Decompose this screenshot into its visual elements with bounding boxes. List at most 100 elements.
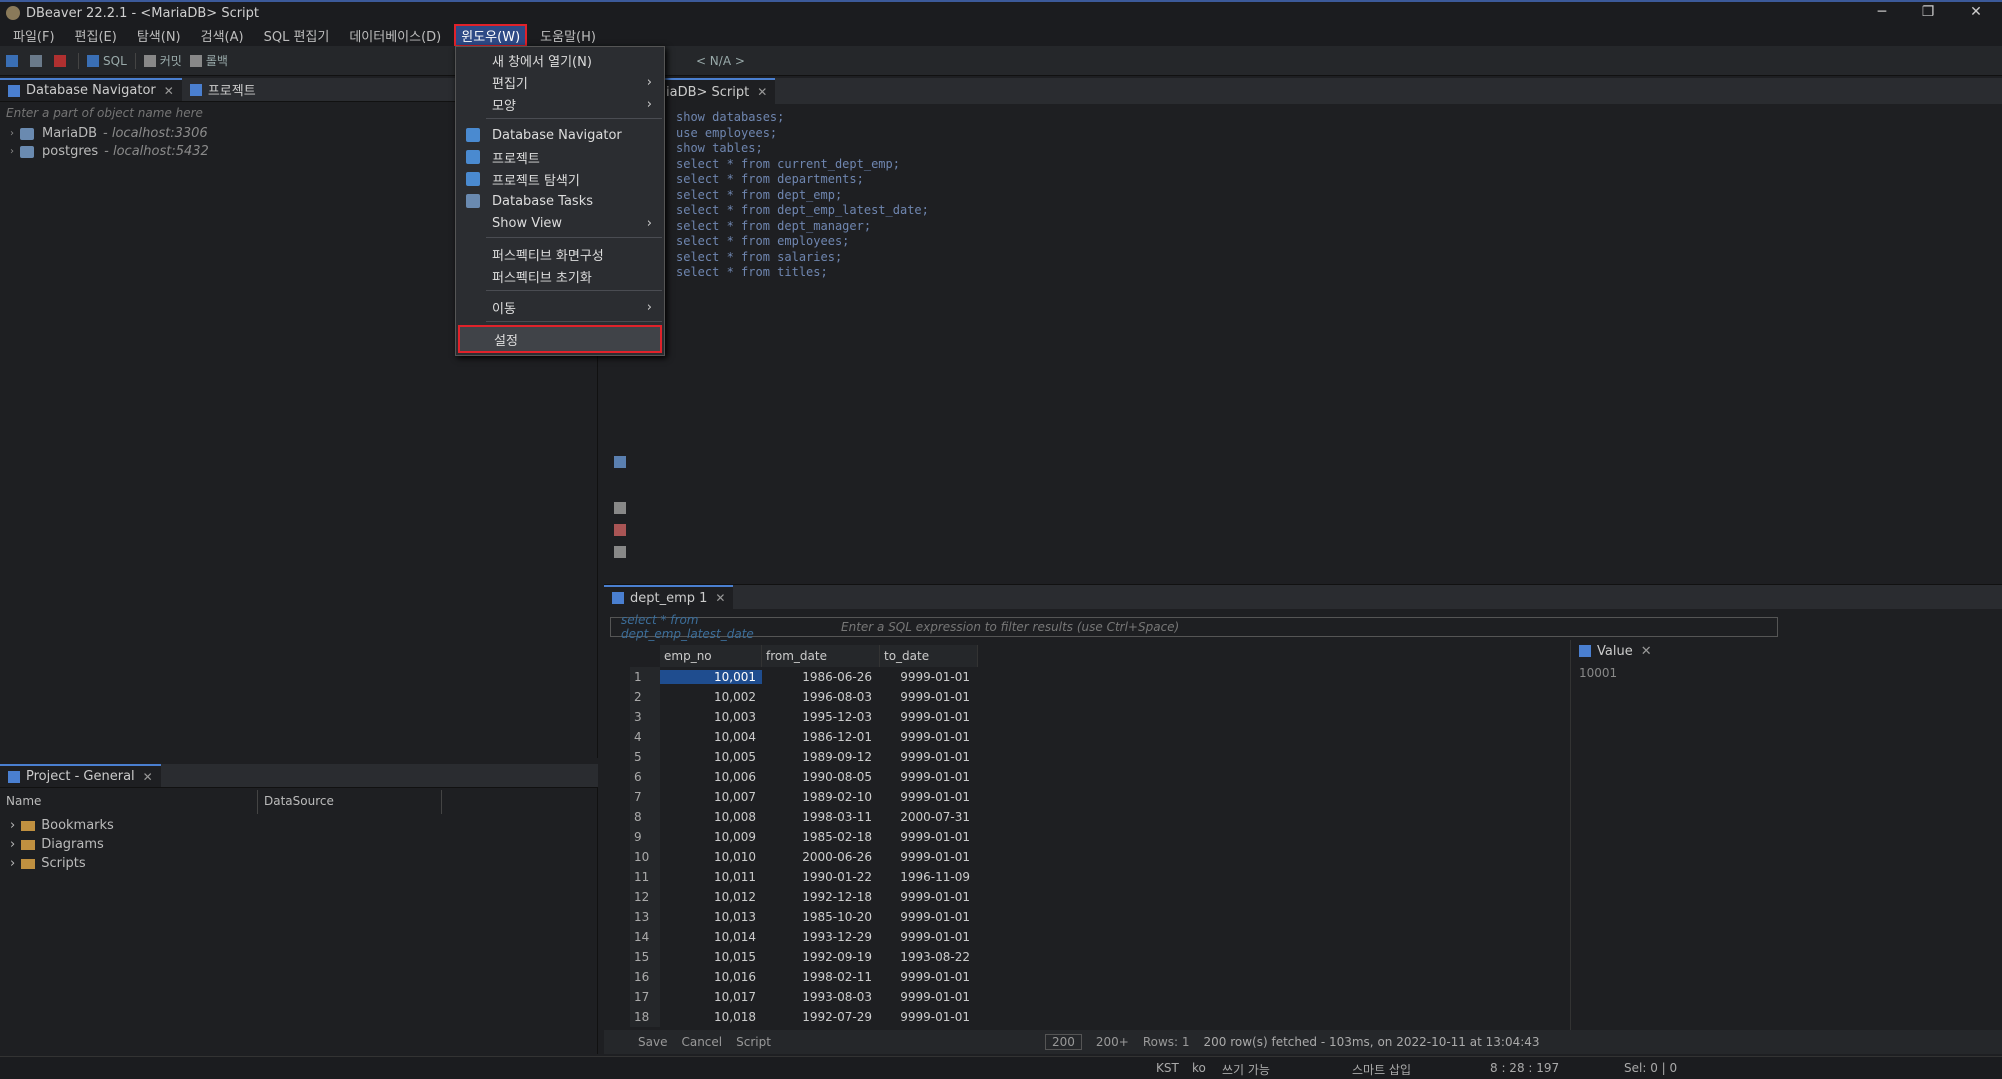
execute-icon[interactable] <box>614 456 626 468</box>
column-header-emp-no[interactable]: emp_no <box>660 645 762 667</box>
cell-from-date[interactable]: 1986-06-26 <box>762 670 880 684</box>
menu-item-show-view[interactable]: Show View › <box>458 212 662 234</box>
cell-from-date[interactable]: 1993-08-03 <box>762 990 880 1004</box>
cell-emp-no[interactable]: 10,017 <box>660 990 762 1004</box>
script-button[interactable]: Script <box>736 1035 771 1049</box>
menu-item-navigation[interactable]: 이동 › <box>458 296 662 318</box>
chevron-right-icon[interactable]: › <box>10 128 14 139</box>
cell-emp-no[interactable]: 10,013 <box>660 910 762 924</box>
tree-item-scripts[interactable]: › Scripts <box>10 856 86 871</box>
menu-edit[interactable]: 편집(E) <box>68 24 124 47</box>
tab-dept-emp[interactable]: dept_emp 1 ✕ <box>604 585 734 609</box>
menu-navigate[interactable]: 탐색(N) <box>130 24 188 47</box>
menu-item-editor[interactable]: 편집기 › <box>458 71 662 93</box>
cell-from-date[interactable]: 1998-02-11 <box>762 970 880 984</box>
cell-emp-no[interactable]: 10,014 <box>660 930 762 944</box>
menu-item-project-explorer[interactable]: 프로젝트 탐색기 <box>458 168 662 190</box>
sql-editor-button[interactable]: SQL <box>87 52 127 70</box>
cell-from-date[interactable]: 1996-08-03 <box>762 690 880 704</box>
code-line[interactable]: select * from salaries; <box>676 250 842 264</box>
cell-to-date[interactable]: 9999-01-01 <box>880 850 978 864</box>
menu-sql-editor[interactable]: SQL 편집기 <box>257 24 337 47</box>
cell-to-date[interactable]: 9999-01-01 <box>880 750 978 764</box>
cell-from-date[interactable]: 1995-12-03 <box>762 710 880 724</box>
value-panel-value[interactable]: 10001 <box>1571 666 1970 680</box>
cell-to-date[interactable]: 9999-01-01 <box>880 730 978 744</box>
cell-to-date[interactable]: 1996-11-09 <box>880 870 978 884</box>
cell-emp-no[interactable]: 10,005 <box>660 750 762 764</box>
code-line[interactable]: select * from employees; <box>676 234 849 248</box>
cell-to-date[interactable]: 9999-01-01 <box>880 830 978 844</box>
cell-to-date[interactable]: 9999-01-01 <box>880 910 978 924</box>
tree-item-mariadb[interactable]: › MariaDB - localhost:3306 <box>10 126 208 141</box>
code-line[interactable]: show databases; <box>676 110 784 124</box>
chevron-right-icon[interactable]: › <box>10 146 14 157</box>
code-line[interactable]: show tables; <box>676 141 763 155</box>
menu-file[interactable]: 파일(F) <box>6 24 62 47</box>
cell-emp-no[interactable]: 10,009 <box>660 830 762 844</box>
cell-emp-no[interactable]: 10,012 <box>660 890 762 904</box>
cell-to-date[interactable]: 9999-01-01 <box>880 930 978 944</box>
chevron-right-icon[interactable]: › <box>10 856 15 871</box>
close-icon[interactable]: ✕ <box>1641 644 1652 659</box>
cell-from-date[interactable]: 1993-12-29 <box>762 930 880 944</box>
cell-to-date[interactable]: 2000-07-31 <box>880 810 978 824</box>
new-connection-button[interactable] <box>6 52 22 70</box>
close-window-button[interactable]: ✕ <box>1956 4 1996 20</box>
cell-emp-no[interactable]: 10,007 <box>660 790 762 804</box>
cell-from-date[interactable]: 1992-07-29 <box>762 1010 880 1024</box>
code-line[interactable]: select * from dept_manager; <box>676 219 871 233</box>
tab-project-general[interactable]: Project - General ✕ <box>0 764 161 787</box>
cell-to-date[interactable]: 9999-01-01 <box>880 790 978 804</box>
chevron-right-icon[interactable]: › <box>10 818 15 833</box>
cell-emp-no[interactable]: 10,006 <box>660 770 762 784</box>
cell-emp-no[interactable]: 10,015 <box>660 950 762 964</box>
cell-emp-no[interactable]: 10,001 <box>660 670 762 684</box>
cell-from-date[interactable]: 1989-02-10 <box>762 790 880 804</box>
connect-button[interactable] <box>30 52 46 70</box>
code-line[interactable]: select * from dept_emp_latest_date; <box>676 203 929 217</box>
cell-to-date[interactable]: 9999-01-01 <box>880 1010 978 1024</box>
menu-help[interactable]: 도움말(H) <box>533 24 603 47</box>
tree-item-diagrams[interactable]: › Diagrams <box>10 837 104 852</box>
cell-emp-no[interactable]: 10,011 <box>660 870 762 884</box>
cell-emp-no[interactable]: 10,002 <box>660 690 762 704</box>
cell-to-date[interactable]: 1993-08-22 <box>880 950 978 964</box>
close-icon[interactable]: ✕ <box>757 85 767 99</box>
menu-item-reset-perspective[interactable]: 퍼스펙티브 초기화 <box>458 265 662 287</box>
restore-button[interactable]: ❐ <box>1908 4 1948 20</box>
script-icon[interactable] <box>614 502 626 514</box>
export-icon[interactable] <box>614 546 626 558</box>
tab-script[interactable]: iaDB> Script ✕ <box>658 78 776 104</box>
menu-item-open-new-window[interactable]: 새 창에서 열기(N) <box>458 49 662 71</box>
code-line[interactable]: select * from titles; <box>676 265 828 279</box>
cell-to-date[interactable]: 9999-01-01 <box>880 670 978 684</box>
cell-to-date[interactable]: 9999-01-01 <box>880 690 978 704</box>
cell-from-date[interactable]: 1990-08-05 <box>762 770 880 784</box>
chevron-right-icon[interactable]: › <box>10 837 15 852</box>
code-line[interactable]: select * from dept_emp; <box>676 188 842 202</box>
cell-emp-no[interactable]: 10,004 <box>660 730 762 744</box>
cell-from-date[interactable]: 1992-09-19 <box>762 950 880 964</box>
cell-emp-no[interactable]: 10,003 <box>660 710 762 724</box>
column-header-datasource[interactable]: DataSource <box>258 790 442 814</box>
fetch-more-button[interactable]: 200+ <box>1096 1035 1129 1049</box>
cell-to-date[interactable]: 9999-01-01 <box>880 970 978 984</box>
menu-database[interactable]: 데이터베이스(D) <box>342 24 448 47</box>
cell-from-date[interactable]: 1998-03-11 <box>762 810 880 824</box>
cell-from-date[interactable]: 2000-06-26 <box>762 850 880 864</box>
menu-item-appearance[interactable]: 모양 › <box>458 93 662 115</box>
column-header-to-date[interactable]: to_date <box>880 645 978 667</box>
code-line[interactable]: use employees; <box>676 126 777 140</box>
menu-item-customize-perspective[interactable]: 퍼스펙티브 화면구성 <box>458 243 662 265</box>
cell-from-date[interactable]: 1990-01-22 <box>762 870 880 884</box>
menu-item-database-navigator[interactable]: Database Navigator <box>458 124 662 146</box>
explain-icon[interactable] <box>614 524 626 536</box>
rollback-button[interactable]: 롤백 <box>189 52 228 70</box>
minimize-button[interactable]: ─ <box>1862 4 1902 20</box>
tab-project[interactable]: 프로젝트 <box>182 78 264 101</box>
close-icon[interactable]: ✕ <box>164 84 174 98</box>
column-header-name[interactable]: Name <box>0 790 258 814</box>
cell-emp-no[interactable]: 10,008 <box>660 810 762 824</box>
menu-search[interactable]: 검색(A) <box>194 24 251 47</box>
